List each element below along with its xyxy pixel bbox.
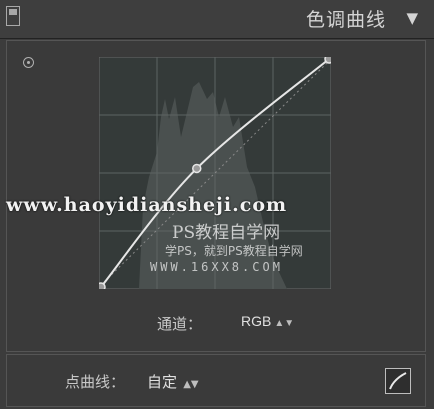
channel-label: 通道：	[157, 315, 203, 333]
point-curve-label: 点曲线：	[65, 373, 126, 391]
curve-control-point[interactable]	[99, 282, 106, 289]
updown-arrows-icon: ▲▼	[274, 318, 295, 329]
panel-title: 色调曲线	[305, 9, 386, 31]
channel-value: RGB	[241, 313, 272, 329]
tone-curve-graph[interactable]	[99, 57, 331, 289]
panel-header[interactable]: 色调曲线 ▼	[0, 0, 434, 39]
target-adjustment-icon[interactable]	[23, 57, 34, 68]
channel-select[interactable]: RGB ▲▼	[241, 313, 294, 329]
curve-control-point[interactable]	[192, 163, 202, 174]
point-curve-value: 自定	[147, 373, 178, 391]
channel-row: 通道： RGB ▲▼	[7, 311, 427, 335]
panel-toggle-icon[interactable]	[6, 6, 20, 26]
curve-section: 通道： RGB ▲▼	[6, 40, 426, 352]
edit-point-curve-button[interactable]	[385, 368, 411, 394]
curve-control-point[interactable]	[324, 57, 331, 64]
disclosure-triangle-icon[interactable]: ▼	[406, 9, 418, 27]
curve-icon	[389, 372, 407, 390]
point-curve-section: 点曲线： 自定 ▲▼	[6, 354, 426, 407]
point-curve-select[interactable]: 自定 ▲▼	[147, 371, 199, 392]
tone-curve-panel: 色调曲线 ▼ 通道： RGB ▲▼ 点曲线： 自定 ▲▼ www.haoyidi…	[0, 0, 434, 409]
updown-arrows-icon: ▲▼	[180, 379, 199, 390]
